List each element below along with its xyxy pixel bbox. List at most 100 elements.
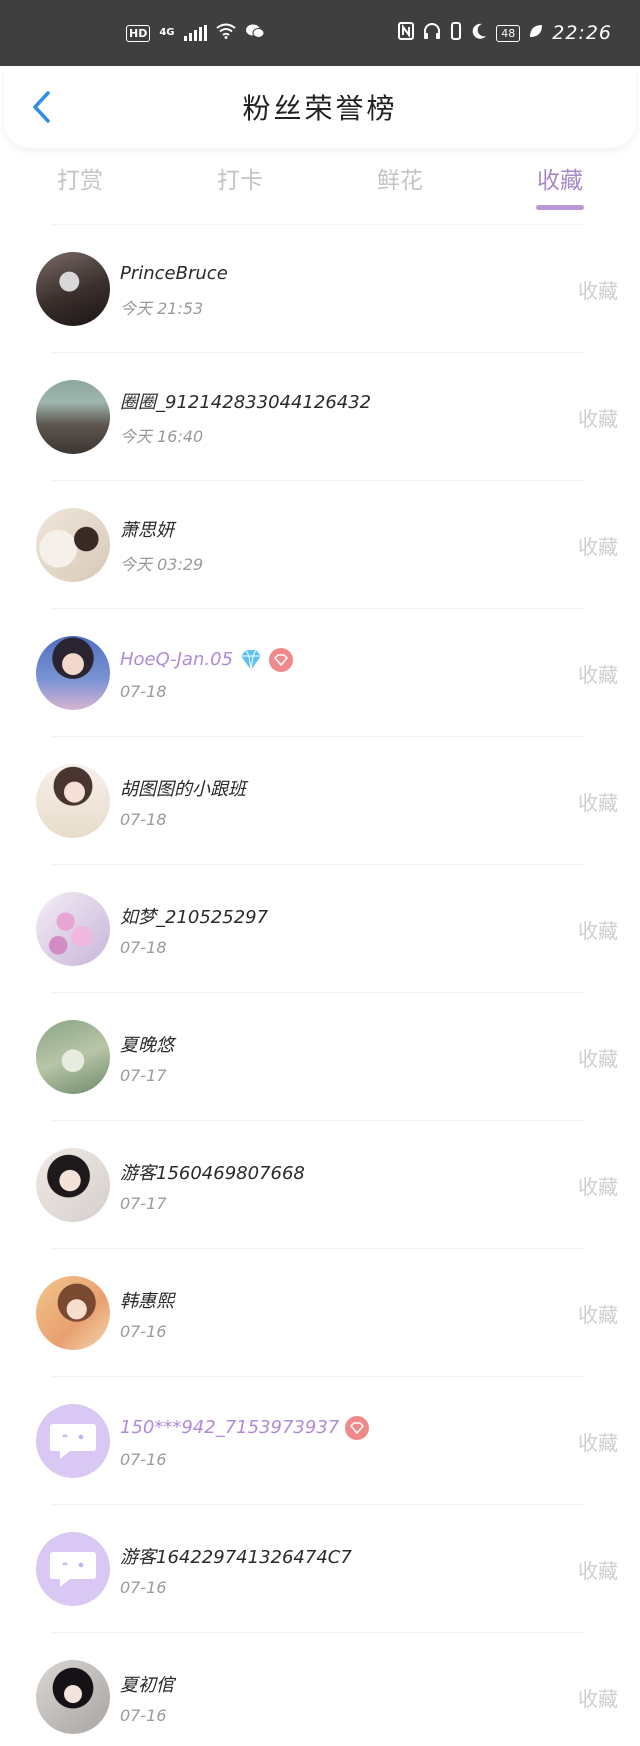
signal-icon xyxy=(183,25,207,41)
user-name: 夏初倌 xyxy=(120,1674,174,1696)
vip-badge xyxy=(269,647,293,672)
clock: 22:26 xyxy=(552,22,612,44)
action-label: 收藏 xyxy=(578,1174,618,1199)
timestamp: 今天 03:29 xyxy=(120,555,204,574)
avatar[interactable] xyxy=(36,1660,110,1734)
list-item[interactable]: 游客164229741326474C7 07-16 收藏 xyxy=(36,1505,624,1633)
list-item[interactable]: 游客1560469807668 07-17 收藏 xyxy=(36,1121,624,1249)
name-row: 如梦_210525297 xyxy=(120,902,528,930)
item-info: 如梦_210525297 07-18 xyxy=(120,902,528,957)
list-item[interactable]: HoeQ-Jan.05 07-18 收藏 xyxy=(36,609,624,737)
name-row: 夏初倌 xyxy=(120,1670,528,1698)
name-row: 圈圈_912142833044126432 xyxy=(120,387,528,415)
name-row: 萧思妍 xyxy=(120,515,528,543)
item-info: PrinceBruce 今天 21:53 xyxy=(120,259,528,319)
tab-favorites[interactable]: 收藏 xyxy=(480,152,640,224)
status-bar: HD 4G 48 22:26 xyxy=(0,0,640,66)
user-name: 游客164229741326474C7 xyxy=(120,1546,352,1568)
list-item[interactable]: 韩惠熙 07-16 收藏 xyxy=(36,1249,624,1377)
user-name: 150***942_7153973937 xyxy=(120,1417,340,1438)
timestamp: 07-16 xyxy=(120,1449,167,1469)
status-left: HD 4G xyxy=(126,23,265,43)
action-label: 收藏 xyxy=(578,534,618,559)
action-label: 收藏 xyxy=(578,278,618,303)
list-item[interactable]: 萧思妍 今天 03:29 收藏 xyxy=(36,481,624,609)
action-label: 收藏 xyxy=(578,662,618,687)
item-info: 夏初倌 07-16 xyxy=(120,1670,528,1725)
name-row: 游客164229741326474C7 xyxy=(120,1542,528,1570)
back-button[interactable] xyxy=(22,86,62,128)
list-item[interactable]: 胡图图的小跟班 07-18 收藏 xyxy=(36,737,624,865)
avatar[interactable] xyxy=(36,380,110,454)
action-label: 收藏 xyxy=(578,1302,618,1327)
action-label: 收藏 xyxy=(578,1046,618,1071)
list-item[interactable]: PrinceBruce 今天 21:53 收藏 xyxy=(36,225,624,353)
diamond-icon xyxy=(241,649,261,670)
name-row: HoeQ-Jan.05 xyxy=(120,646,528,674)
nfc-icon xyxy=(398,22,415,44)
gem-badge-icon xyxy=(350,1421,365,1434)
timestamp: 07-16 xyxy=(120,1577,167,1597)
tab-checkin[interactable]: 打卡 xyxy=(160,152,320,224)
tab-flowers[interactable]: 鲜花 xyxy=(320,152,480,224)
vip-badge xyxy=(345,1415,370,1440)
avatar[interactable] xyxy=(36,252,110,326)
tab-tip[interactable]: 打赏 xyxy=(0,152,160,224)
avatar[interactable] xyxy=(36,764,110,838)
timestamp: 07-16 xyxy=(120,1705,167,1725)
item-info: 萧思妍 今天 03:29 xyxy=(120,515,528,575)
avatar[interactable] xyxy=(36,1020,110,1094)
tab-bar: 打赏 打卡 鲜花 收藏 xyxy=(0,152,640,224)
item-info: 夏晚悠 07-17 xyxy=(120,1030,528,1085)
chat-bubble-icon xyxy=(50,1424,96,1459)
action-label: 收藏 xyxy=(578,1686,618,1711)
avatar[interactable] xyxy=(36,1276,110,1350)
avatar[interactable] xyxy=(36,636,110,710)
user-name: 游客1560469807668 xyxy=(120,1162,305,1184)
user-name: 萧思妍 xyxy=(120,520,174,541)
timestamp: 07-17 xyxy=(120,1065,167,1085)
wechat-icon xyxy=(245,23,265,43)
headphones-icon xyxy=(423,22,441,44)
leaf-icon xyxy=(529,24,543,42)
avatar[interactable] xyxy=(36,892,110,966)
action-label: 收藏 xyxy=(578,1430,618,1455)
user-name: 胡图图的小跟班 xyxy=(120,778,246,800)
name-row: 胡图图的小跟班 xyxy=(120,774,528,802)
item-info: 游客1560469807668 07-17 xyxy=(120,1158,528,1213)
name-row: 韩惠熙 xyxy=(120,1286,528,1314)
fan-list: PrinceBruce 今天 21:53 收藏 圈圈_9121428330441… xyxy=(36,224,618,1746)
action-label: 收藏 xyxy=(578,406,618,431)
list-item[interactable]: 150***942_7153973937 07-16 收藏 xyxy=(36,1377,624,1505)
avatar[interactable] xyxy=(36,1404,110,1478)
battery-icon: 48 xyxy=(496,24,521,42)
item-info: HoeQ-Jan.05 07-18 xyxy=(120,646,528,701)
item-info: 游客164229741326474C7 07-16 xyxy=(120,1542,528,1597)
list-item[interactable]: 如梦_210525297 07-18 收藏 xyxy=(36,865,624,993)
avatar[interactable] xyxy=(36,508,110,582)
timestamp: 今天 16:40 xyxy=(120,427,204,446)
list-item[interactable]: 圈圈_912142833044126432 今天 16:40 收藏 xyxy=(36,353,624,481)
list-item[interactable]: 夏初倌 07-16 收藏 xyxy=(36,1633,624,1746)
name-row: PrinceBruce xyxy=(120,259,528,287)
avatar[interactable] xyxy=(36,1532,110,1606)
item-info: 圈圈_912142833044126432 今天 16:40 xyxy=(120,387,528,447)
action-label: 收藏 xyxy=(578,790,618,815)
avatar[interactable] xyxy=(36,1148,110,1222)
moon-icon xyxy=(471,22,487,44)
chat-bubble-icon xyxy=(50,1552,96,1587)
timestamp: 07-18 xyxy=(120,937,167,957)
top-bar: 粉丝荣誉榜 xyxy=(4,66,636,148)
hd-icon: HD xyxy=(126,24,151,42)
page-title: 粉丝荣誉榜 xyxy=(242,92,398,125)
action-label: 收藏 xyxy=(578,918,618,943)
item-info: 韩惠熙 07-16 xyxy=(120,1286,528,1341)
user-name: PrinceBruce xyxy=(120,262,228,284)
list-item[interactable]: 夏晚悠 07-17 收藏 xyxy=(36,993,624,1121)
name-row: 游客1560469807668 xyxy=(120,1158,528,1186)
timestamp: 07-18 xyxy=(120,681,167,701)
timestamp: 07-16 xyxy=(120,1321,167,1341)
user-name: 韩惠熙 xyxy=(120,1290,174,1312)
name-row: 150***942_7153973937 xyxy=(120,1414,528,1442)
network-type: 4G xyxy=(159,27,175,38)
